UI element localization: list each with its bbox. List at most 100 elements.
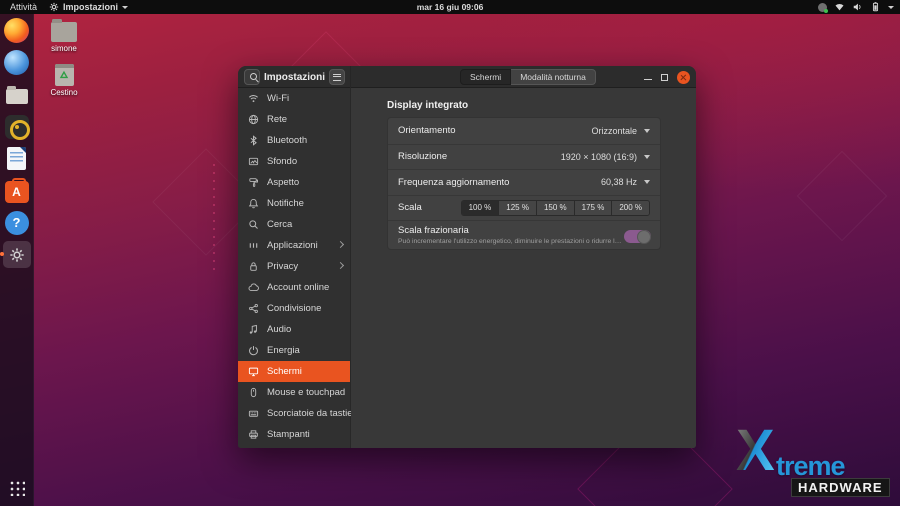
desktop-icon-trash[interactable]: Cestino — [42, 64, 86, 97]
sidebar-item-label: Mouse e touchpad — [267, 387, 345, 398]
desktop-icon-label: simone — [42, 44, 86, 53]
sidebar-item-cerca[interactable]: Cerca — [238, 214, 350, 235]
display-settings-panel: Display integrato Orientamento Orizzonta… — [351, 88, 696, 448]
sidebar-item-label: Condivisione — [267, 303, 321, 314]
refresh-rate-row: Frequenza aggiornamento 60,38 Hz — [388, 169, 660, 195]
volume-icon — [852, 2, 863, 12]
scale-100-button[interactable]: 100 % — [462, 201, 499, 215]
scale-row: Scala 100 % 125 % 150 % 175 % 200 % — [388, 195, 660, 221]
show-applications-button[interactable] — [3, 474, 31, 501]
resolution-dropdown[interactable]: 1920 × 1080 (16:9) — [561, 152, 650, 162]
sidebar-item-bluetooth[interactable]: Bluetooth — [238, 130, 350, 151]
sidebar-item-stampanti[interactable]: Stampanti — [238, 424, 350, 445]
appearance-icon — [248, 177, 259, 188]
dropdown-value: Orizzontale — [591, 126, 637, 136]
dock-item-files[interactable] — [3, 81, 31, 108]
settings-window: Impostazioni Schermi Modalità notturna W… — [238, 66, 696, 448]
dock-item-ubuntu-software[interactable]: A — [3, 177, 31, 204]
settings-sidebar: Wi-Fi Rete Bluetooth Sfondo Aspetto Noti… — [238, 88, 351, 448]
tab-modalita-notturna[interactable]: Modalità notturna — [511, 69, 596, 85]
toggle-knob — [637, 230, 651, 244]
music-note-icon — [248, 324, 259, 335]
sidebar-item-label: Schermi — [267, 366, 302, 377]
help-icon: ? — [5, 211, 29, 235]
system-tray[interactable] — [818, 2, 900, 12]
dock-item-settings[interactable] — [3, 241, 31, 268]
watermark-x: X — [736, 422, 775, 480]
lock-icon — [248, 261, 259, 272]
minimize-button[interactable] — [644, 79, 652, 81]
view-switcher: Schermi Modalità notturna — [460, 69, 596, 85]
tab-schermi[interactable]: Schermi — [460, 69, 511, 85]
app-indicator-icon[interactable] — [818, 3, 827, 12]
clock[interactable]: mar 16 giu 09:06 — [0, 2, 900, 12]
hamburger-menu-button[interactable] — [329, 69, 345, 85]
dock-item-rhythmbox[interactable] — [3, 113, 31, 140]
app-menu-label: Impostazioni — [63, 2, 118, 12]
top-bar: Attività Impostazioni mar 16 giu 09:06 — [0, 0, 900, 14]
sidebar-item-label: Sfondo — [267, 156, 297, 167]
activities-button[interactable]: Attività — [8, 2, 39, 12]
maximize-button[interactable] — [661, 74, 668, 81]
display-icon — [248, 366, 259, 377]
row-subtitle: Può incrementare l'utilizzo energetico, … — [398, 238, 624, 245]
sidebar-item-privacy[interactable]: Privacy — [238, 256, 350, 277]
row-label: Frequenza aggiornamento — [398, 177, 509, 188]
sidebar-item-label: Audio — [267, 324, 291, 335]
chevron-right-icon — [337, 262, 344, 269]
sidebar-item-account-online[interactable]: Account online — [238, 277, 350, 298]
sidebar-item-audio[interactable]: Audio — [238, 319, 350, 340]
dropdown-caret-icon — [644, 155, 650, 159]
sidebar-item-applicazioni[interactable]: Applicazioni — [238, 235, 350, 256]
dock-item-help[interactable]: ? — [3, 209, 31, 236]
desktop-icon-home[interactable]: simone — [42, 22, 86, 53]
dock-item-libreoffice-writer[interactable] — [3, 145, 31, 172]
dock-item-firefox[interactable] — [3, 17, 31, 44]
scale-200-button[interactable]: 200 % — [611, 201, 649, 215]
dropdown-value: 60,38 Hz — [601, 177, 637, 187]
sidebar-item-notifiche[interactable]: Notifiche — [238, 193, 350, 214]
scale-button-group: 100 % 125 % 150 % 175 % 200 % — [461, 200, 650, 216]
sidebar-item-wifi[interactable]: Wi-Fi — [238, 88, 350, 109]
sidebar-item-label: Stampanti — [267, 429, 310, 440]
xtreme-hardware-watermark: X treme HARDWARE — [736, 432, 892, 502]
scale-175-button[interactable]: 175 % — [574, 201, 612, 215]
caret-down-icon — [888, 6, 894, 9]
files-icon — [6, 89, 28, 104]
scale-150-button[interactable]: 150 % — [536, 201, 574, 215]
close-button[interactable] — [677, 71, 690, 84]
fractional-scaling-toggle[interactable] — [624, 230, 651, 243]
sidebar-item-label: Account online — [267, 282, 329, 293]
refresh-rate-dropdown[interactable]: 60,38 Hz — [601, 177, 650, 187]
sidebar-item-schermi[interactable]: Schermi — [238, 361, 350, 382]
app-menu-button[interactable]: Impostazioni — [49, 2, 128, 12]
sidebar-item-mouse-e-touchpad[interactable]: Mouse e touchpad — [238, 382, 350, 403]
titlebar[interactable]: Impostazioni Schermi Modalità notturna — [238, 66, 696, 88]
sidebar-item-scorciatoie-da-tastiera[interactable]: Scorciatoie da tastiera — [238, 403, 350, 424]
thunderbird-icon — [4, 50, 29, 75]
libreoffice-writer-icon — [7, 147, 26, 170]
cloud-icon — [248, 282, 259, 293]
sidebar-item-energia[interactable]: Energia — [238, 340, 350, 361]
row-label: Scala frazionaria — [398, 225, 624, 236]
bluetooth-icon — [248, 135, 259, 146]
rhythmbox-icon — [5, 115, 29, 139]
display-settings-card: Orientamento Orizzontale Risoluzione 192… — [387, 117, 661, 250]
orientation-dropdown[interactable]: Orizzontale — [591, 126, 650, 136]
sidebar-item-label: Applicazioni — [267, 240, 318, 251]
wifi-icon — [248, 93, 259, 104]
wallpaper-shape — [797, 151, 888, 242]
firefox-icon — [4, 18, 29, 43]
sidebar-item-sfondo[interactable]: Sfondo — [238, 151, 350, 172]
wallpaper-dots — [213, 164, 215, 274]
row-label: Orientamento — [398, 125, 456, 136]
network-globe-icon — [248, 114, 259, 125]
sidebar-item-rete[interactable]: Rete — [238, 109, 350, 130]
scale-125-button[interactable]: 125 % — [498, 201, 536, 215]
home-folder-icon — [51, 22, 77, 42]
bell-icon — [248, 198, 259, 209]
sidebar-item-aspetto[interactable]: Aspetto — [238, 172, 350, 193]
trash-icon — [55, 64, 74, 86]
sidebar-item-condivisione[interactable]: Condivisione — [238, 298, 350, 319]
dock-item-thunderbird[interactable] — [3, 49, 31, 76]
